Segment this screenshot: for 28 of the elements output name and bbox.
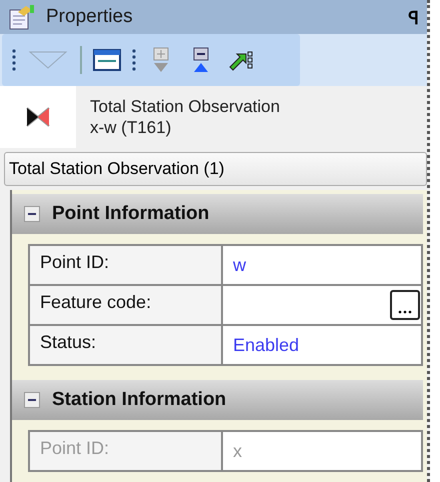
header-subtitle: x-w (T161) bbox=[90, 116, 172, 138]
object-selector[interactable]: Total Station Observation (1) bbox=[4, 152, 427, 186]
browse-button[interactable] bbox=[390, 290, 420, 320]
property-label: Feature code: bbox=[30, 286, 223, 324]
header-title: Total Station Observation bbox=[90, 96, 281, 117]
window-icon bbox=[93, 48, 121, 71]
collapse-toggle[interactable] bbox=[24, 206, 40, 222]
arrow-list-icon bbox=[228, 48, 254, 71]
properties-icon bbox=[8, 4, 36, 30]
station-icon bbox=[25, 106, 51, 128]
separator-icon bbox=[80, 46, 82, 74]
section-title: Point Information bbox=[52, 203, 210, 225]
property-value: Enabled bbox=[233, 334, 300, 356]
collapse-up-icon bbox=[191, 46, 211, 73]
property-label: Status: bbox=[30, 326, 223, 364]
property-value: w bbox=[233, 254, 246, 276]
window-title: Properties bbox=[46, 6, 134, 28]
grip-icon bbox=[132, 48, 136, 71]
property-value-field[interactable]: Enabled bbox=[223, 326, 421, 364]
grip-icon bbox=[12, 48, 16, 71]
property-value-field[interactable]: w bbox=[223, 246, 421, 284]
pin-button[interactable]: ꟼ bbox=[408, 4, 419, 29]
property-label: Point ID: bbox=[30, 246, 223, 284]
section-title: Station Information bbox=[52, 389, 226, 411]
expand-down-icon bbox=[151, 46, 171, 73]
triangle-down-icon bbox=[28, 50, 68, 70]
ellipsis-icon bbox=[397, 309, 413, 315]
collapse-toggle[interactable] bbox=[24, 392, 40, 408]
